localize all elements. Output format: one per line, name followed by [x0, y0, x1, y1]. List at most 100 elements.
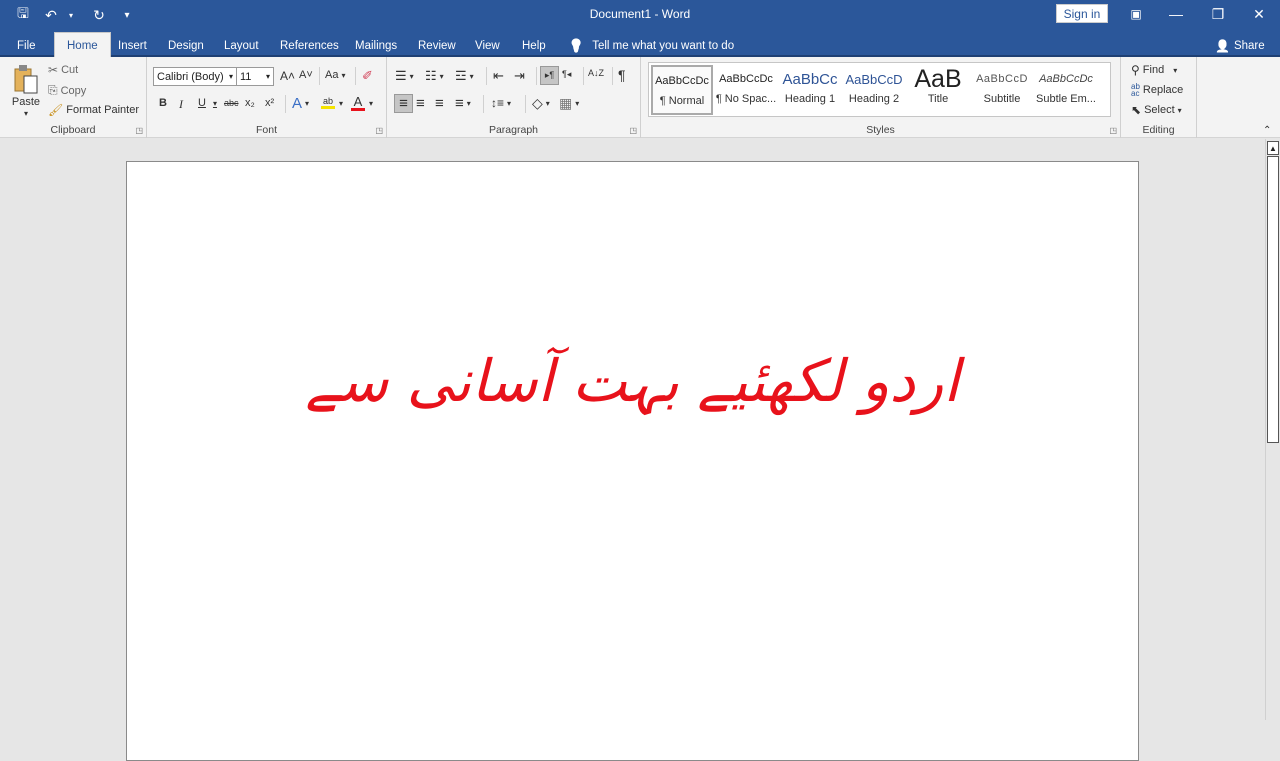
justify-icon: ≡: [455, 95, 464, 112]
collapse-ribbon-icon[interactable]: ⌃: [1263, 125, 1271, 136]
styles-dialog-launcher-icon[interactable]: ◳: [1109, 126, 1117, 135]
tab-help[interactable]: Help: [522, 35, 546, 57]
style-preview: AaBbCcDc: [719, 73, 773, 85]
tell-me-search[interactable]: 💡 Tell me what you want to do: [568, 35, 734, 57]
bold-button[interactable]: B: [159, 97, 167, 109]
style-no-spacing[interactable]: AaBbCcDc ¶ No Spac...: [715, 65, 777, 115]
rtl-paragraph-icon: ¶◂: [562, 69, 572, 79]
find-button[interactable]: ⚲ Find ▾: [1131, 63, 1177, 77]
highlighter-icon: ab: [322, 96, 333, 106]
justify-button[interactable]: ≡ ▾: [455, 95, 471, 112]
highlight-dropdown[interactable]: ▾: [339, 99, 343, 108]
chevron-down-icon: ▾: [212, 98, 217, 108]
style-heading-1[interactable]: AaBbCc Heading 1: [779, 65, 841, 115]
person-add-icon: 👤: [1215, 39, 1230, 53]
grow-font-button[interactable]: A˄: [280, 69, 295, 83]
paste-button[interactable]: Paste ▾: [10, 63, 42, 118]
style-name: Title: [927, 93, 949, 105]
tab-view[interactable]: View: [475, 35, 500, 57]
undo-icon[interactable]: ↶: [42, 6, 60, 24]
format-painter-button[interactable]: 🖌 Format Painter: [48, 103, 139, 117]
center-button[interactable]: ≡: [416, 95, 425, 112]
shrink-font-button[interactable]: A˅: [299, 69, 313, 81]
font-size-select[interactable]: 11 ▾: [236, 67, 274, 86]
vertical-scrollbar[interactable]: ▲: [1265, 139, 1280, 720]
ribbon-display-options-icon[interactable]: ▣: [1124, 4, 1148, 24]
replace-button[interactable]: ab ac Replace: [1131, 83, 1183, 98]
separator: [612, 67, 613, 85]
style-title[interactable]: AaB Title: [907, 65, 969, 115]
font-size-value: 11: [240, 70, 252, 83]
line-spacing-button[interactable]: ↕≡ ▾: [491, 96, 511, 110]
find-label: Find: [1142, 64, 1165, 76]
align-right-button[interactable]: ≡: [435, 95, 444, 112]
tab-review[interactable]: Review: [418, 35, 456, 57]
ribbon-tabs: File Home Insert Design Layout Reference…: [0, 30, 1280, 59]
paragraph-dialog-launcher-icon[interactable]: ◳: [629, 126, 637, 135]
font-color-icon: A: [353, 94, 363, 109]
select-button[interactable]: ⬉ Select ▾: [1131, 103, 1182, 117]
shading-button[interactable]: ◇ ▾: [532, 95, 550, 112]
cut-button[interactable]: ✂ Cut: [48, 63, 78, 77]
borders-button[interactable]: ▦ ▾: [559, 95, 579, 112]
separator: [319, 67, 320, 85]
share-button[interactable]: 👤 Share: [1215, 35, 1265, 57]
font-color-dropdown[interactable]: ▾: [369, 99, 373, 108]
font-color-button[interactable]: A: [351, 95, 365, 111]
italic-button[interactable]: I: [179, 97, 183, 112]
style-name: ¶ Normal: [659, 95, 705, 107]
increase-indent-button[interactable]: ⇥: [514, 68, 525, 84]
tab-file[interactable]: File: [17, 35, 36, 57]
font-family-select[interactable]: Calibri (Body) ▾: [153, 67, 237, 86]
copy-button[interactable]: ⎘ Copy: [48, 83, 86, 98]
close-icon[interactable]: ✕: [1247, 4, 1271, 24]
multilevel-list-icon: ☲: [455, 68, 467, 83]
strikethrough-button[interactable]: abc: [224, 98, 239, 108]
tab-mailings[interactable]: Mailings: [355, 35, 397, 57]
sort-button[interactable]: A↓Z: [588, 68, 604, 78]
right-to-left-button[interactable]: ¶◂: [562, 69, 571, 80]
decrease-indent-button[interactable]: ⇤: [493, 68, 504, 84]
paragraph-group: ☰ ▾ ☷ ▾ ☲ ▾ ⇤ ⇥ ▸¶ ¶◂ A↓Z ¶ ≡ ≡ ≡ ≡ ▾ ↕≡ ▾ ◇ ▾…: [387, 57, 641, 138]
tab-design[interactable]: Design: [168, 35, 204, 57]
minimize-icon[interactable]: —: [1164, 4, 1188, 24]
save-icon[interactable]: 🖫: [14, 5, 32, 24]
sign-in-button[interactable]: Sign in: [1056, 4, 1108, 23]
subscript-button[interactable]: x₂: [245, 97, 255, 109]
tab-layout[interactable]: Layout: [224, 35, 259, 57]
show-formatting-marks-button[interactable]: ¶: [618, 67, 626, 83]
tab-insert[interactable]: Insert: [118, 35, 147, 57]
align-left-button[interactable]: ≡: [394, 94, 413, 113]
tab-references[interactable]: References: [280, 35, 339, 57]
font-dialog-launcher-icon[interactable]: ◳: [375, 126, 383, 135]
editing-group-label: Editing: [1142, 124, 1175, 136]
clear-formatting-button[interactable]: ✐: [362, 68, 373, 84]
clipboard-dialog-launcher-icon[interactable]: ◳: [135, 126, 143, 135]
decrease-indent-icon: ⇤: [493, 68, 504, 83]
align-right-icon: ≡: [435, 95, 444, 112]
undo-dropdown-icon[interactable]: ▾: [62, 6, 80, 24]
customize-qat-icon[interactable]: ▾: [118, 6, 136, 24]
scroll-up-icon[interactable]: ▲: [1267, 141, 1279, 155]
style-heading-2[interactable]: AaBbCcD Heading 2: [843, 65, 905, 115]
numbering-button[interactable]: ☷ ▾: [425, 68, 444, 84]
document-text[interactable]: اردو لکھئیے بہت آسانی سے: [127, 347, 1138, 415]
repeat-icon[interactable]: ↻: [90, 6, 108, 24]
tab-home[interactable]: Home: [54, 32, 111, 59]
change-case-button[interactable]: Aa ▾: [325, 69, 345, 81]
left-to-right-button[interactable]: ▸¶: [540, 66, 559, 85]
bullets-button[interactable]: ☰ ▾: [395, 68, 414, 84]
text-effects-button[interactable]: A ▾: [292, 95, 309, 112]
highlight-button[interactable]: ab: [321, 96, 335, 109]
style-subtle-emphasis[interactable]: AaBbCcDc Subtle Em...: [1035, 65, 1097, 115]
multilevel-list-button[interactable]: ☲ ▾: [455, 68, 474, 84]
superscript-button[interactable]: x²: [265, 97, 274, 109]
style-normal[interactable]: AaBbCcDc ¶ Normal: [651, 65, 713, 115]
separator: [525, 95, 526, 113]
restore-icon[interactable]: ❐: [1206, 4, 1230, 24]
document-page[interactable]: اردو لکھئیے بہت آسانی سے: [126, 161, 1139, 761]
scrollbar-thumb[interactable]: [1267, 156, 1279, 443]
style-preview: AaBbCcDc: [655, 75, 709, 87]
underline-button[interactable]: U ▾: [198, 97, 217, 109]
style-subtitle[interactable]: AaBbCcD Subtitle: [971, 65, 1033, 115]
